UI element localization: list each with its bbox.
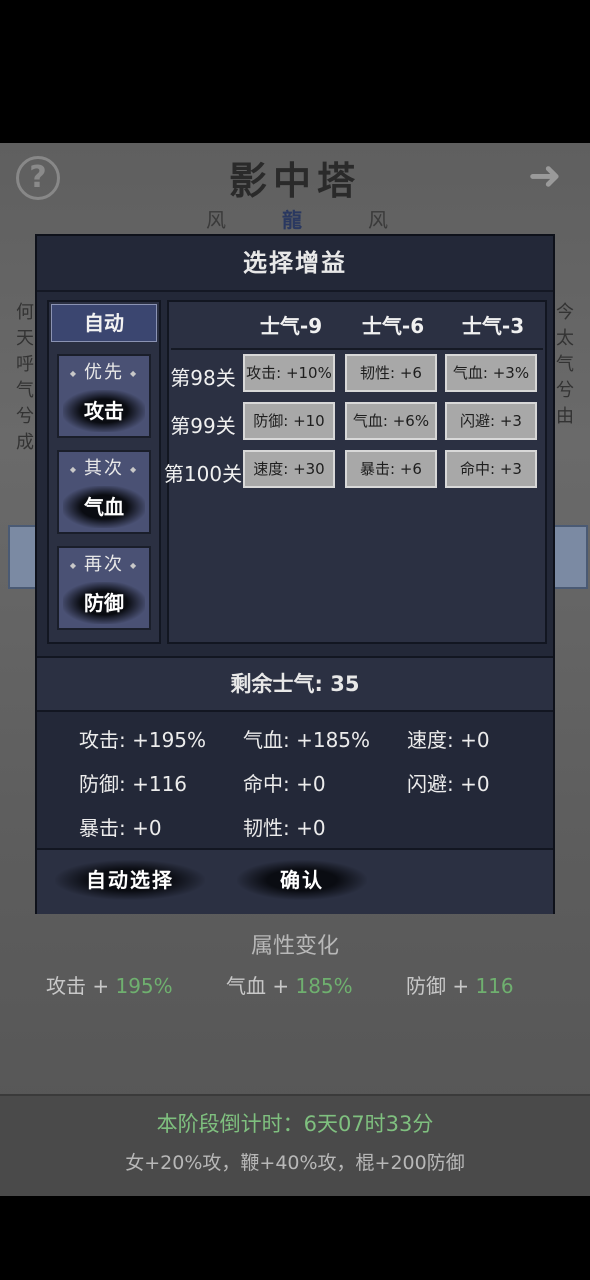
- header-divider: [171, 348, 543, 350]
- attribute-value: 116: [475, 974, 514, 998]
- tower-tab-feng-2[interactable]: 风: [368, 204, 388, 233]
- row-level-label: 第99关: [170, 414, 236, 438]
- stat-value: 攻击: +195%: [79, 728, 207, 752]
- buff-option[interactable]: 速度: +30: [243, 450, 335, 488]
- buff-option[interactable]: 气血: +6%: [345, 402, 437, 440]
- confirm-button[interactable]: 确认: [237, 860, 367, 900]
- priority-second-value: 气血: [63, 486, 145, 528]
- weapon-bonus-text: 女+20%攻，鞭+40%攻，棍+200防御: [125, 1152, 465, 1174]
- column-header: 士气-3: [461, 314, 525, 338]
- stat-value: 防御: +116: [79, 772, 188, 796]
- attribute-item: 气血 + 185%: [226, 970, 353, 999]
- column-header: 士气-9: [259, 314, 323, 338]
- buff-option[interactable]: 韧性: +6: [345, 354, 437, 392]
- priority-first[interactable]: 优先 攻击: [57, 354, 151, 438]
- buff-option[interactable]: 暴击: +6: [345, 450, 437, 488]
- priority-first-label: 优先: [59, 358, 149, 384]
- priority-first-value: 攻击: [63, 390, 145, 432]
- right-calligraphy: 今太气兮由: [556, 302, 574, 427]
- row-level-label: 第98关: [170, 366, 236, 390]
- stat-value: 速度: +0: [407, 728, 490, 752]
- stat-value: 命中: +0: [243, 772, 326, 796]
- tower-title: 影中塔: [228, 158, 361, 203]
- buff-option[interactable]: 防御: +10: [243, 402, 335, 440]
- stat-value: 暴击: +0: [79, 816, 162, 840]
- priority-third-value: 防御: [63, 582, 145, 624]
- column-header: 士气-6: [361, 314, 425, 338]
- remaining-morale: 剩余士气: 35: [37, 656, 553, 712]
- attribute-value: 185%: [295, 974, 353, 998]
- attribute-change-title: 属性变化: [250, 934, 339, 959]
- stat-value: 气血: +185%: [243, 728, 371, 752]
- priority-third-label: 再次: [59, 550, 149, 576]
- priority-second[interactable]: 其次 气血: [57, 450, 151, 534]
- buff-option[interactable]: 气血: +3%: [445, 354, 537, 392]
- auto-priority-panel: 自动 优先 攻击 其次 气血 再次 防御: [47, 300, 161, 644]
- stat-value: 闪避: +0: [407, 772, 490, 796]
- buff-table: 士气-9 士气-6 士气-3 第98关 攻击: +10% 韧性: +6 气血: …: [164, 300, 547, 644]
- attribute-item: 攻击 + 195%: [46, 970, 173, 999]
- auto-toggle-button[interactable]: 自动: [51, 304, 157, 342]
- next-arrow-icon[interactable]: ➜: [528, 156, 580, 196]
- plus-sign: +: [272, 974, 296, 998]
- tower-tab-feng[interactable]: 风: [206, 204, 226, 233]
- plus-sign: +: [452, 974, 476, 998]
- stat-value: 韧性: +0: [243, 816, 326, 840]
- attribute-name: 攻击: [46, 974, 86, 998]
- tower-tab-long[interactable]: 龍: [282, 204, 302, 233]
- buff-option[interactable]: 攻击: +10%: [243, 354, 335, 392]
- auto-select-button[interactable]: 自动选择: [55, 860, 205, 900]
- attribute-name: 气血: [226, 974, 266, 998]
- attribute-name: 防御: [406, 974, 446, 998]
- dialog-action-bar: 自动选择 确认: [37, 848, 553, 914]
- buff-option[interactable]: 命中: +3: [445, 450, 537, 488]
- priority-second-label: 其次: [59, 454, 149, 480]
- attribute-item: 防御 + 116: [406, 970, 514, 999]
- plus-sign: +: [92, 974, 116, 998]
- dialog-title: 选择增益: [37, 236, 553, 292]
- buff-select-dialog: 选择增益 自动 优先 攻击 其次 气血 再次 防御 士气-9 士气-6 士气-3…: [35, 234, 555, 914]
- stage-countdown: 本阶段倒计时：6天07时33分: [156, 1112, 434, 1136]
- attribute-value: 195%: [115, 974, 173, 998]
- row-level-label: 第100关: [163, 462, 243, 486]
- buff-option[interactable]: 闪避: +3: [445, 402, 537, 440]
- priority-third[interactable]: 再次 防御: [57, 546, 151, 630]
